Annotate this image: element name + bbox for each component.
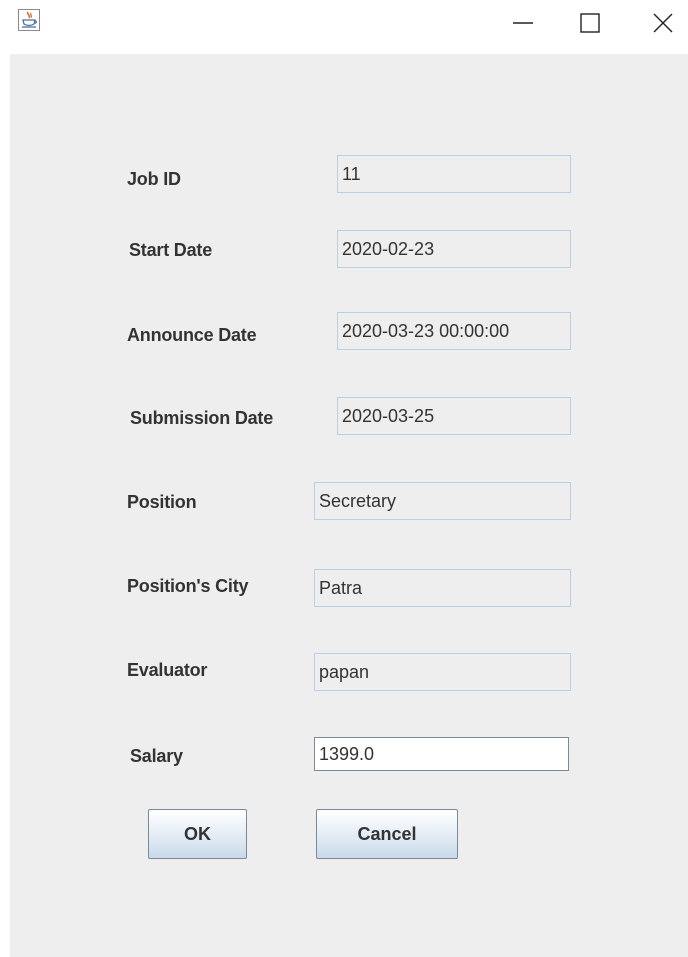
job-id-label: Job ID: [127, 169, 181, 189]
maximize-button[interactable]: [567, 0, 613, 46]
position-city-label: Position's City: [127, 576, 249, 596]
position-field: Secretary: [314, 482, 571, 520]
start-date-field: 2020-02-23: [337, 230, 571, 268]
submission-date-field: 2020-03-25: [337, 397, 571, 435]
maximize-icon: [580, 13, 600, 33]
title-bar[interactable]: [0, 0, 688, 46]
position-label: Position: [127, 492, 197, 512]
evaluator-label: Evaluator: [127, 660, 208, 680]
start-date-label: Start Date: [129, 240, 213, 260]
salary-label: Salary: [130, 746, 183, 766]
java-cup-icon: [18, 9, 40, 31]
close-button[interactable]: [640, 0, 686, 46]
minimize-icon: [513, 22, 533, 24]
evaluator-field: papan: [314, 653, 571, 691]
announce-date-label: Announce Date: [127, 325, 257, 345]
cancel-button[interactable]: Cancel: [316, 809, 458, 859]
minimize-button[interactable]: [500, 0, 546, 46]
dialog-window: Job ID 11 Start Date 2020-02-23 Announce…: [0, 0, 688, 957]
form-panel: Job ID 11 Start Date 2020-02-23 Announce…: [10, 54, 688, 957]
ok-button[interactable]: OK: [148, 809, 247, 859]
job-id-field: 11: [337, 155, 571, 193]
submission-date-label: Submission Date: [130, 408, 274, 428]
salary-input[interactable]: 1399.0: [314, 737, 569, 771]
position-city-field: Patra: [314, 569, 571, 607]
close-icon: [653, 13, 673, 33]
announce-date-field: 2020-03-23 00:00:00: [337, 312, 571, 350]
